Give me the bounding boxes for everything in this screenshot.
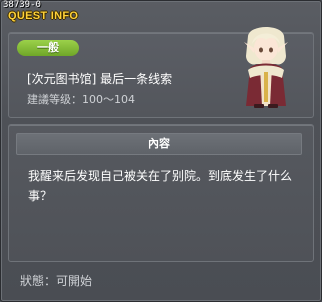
category-badge: 一般 bbox=[17, 40, 79, 56]
quest-status: 狀態：可開始 bbox=[20, 272, 92, 289]
content-description: 我醒来后发现自己被关在了别院。到底发生了什么事？ bbox=[28, 169, 293, 203]
status-label: 狀態： bbox=[20, 274, 57, 288]
level-range: 100～104 bbox=[82, 93, 135, 106]
level-label: 建議等级： bbox=[27, 93, 82, 106]
status-value: 可開始 bbox=[56, 274, 93, 288]
quest-id-label: 38739-0 bbox=[3, 0, 41, 10]
quest-level: 建議等级：100～104 bbox=[27, 91, 135, 107]
quest-name: [次元图书馆] 最后一条线索 bbox=[27, 72, 173, 86]
content-header: 內容 bbox=[16, 133, 302, 155]
npc-portrait-icon bbox=[244, 27, 288, 108]
window-title: QUEST INFO bbox=[8, 10, 79, 22]
